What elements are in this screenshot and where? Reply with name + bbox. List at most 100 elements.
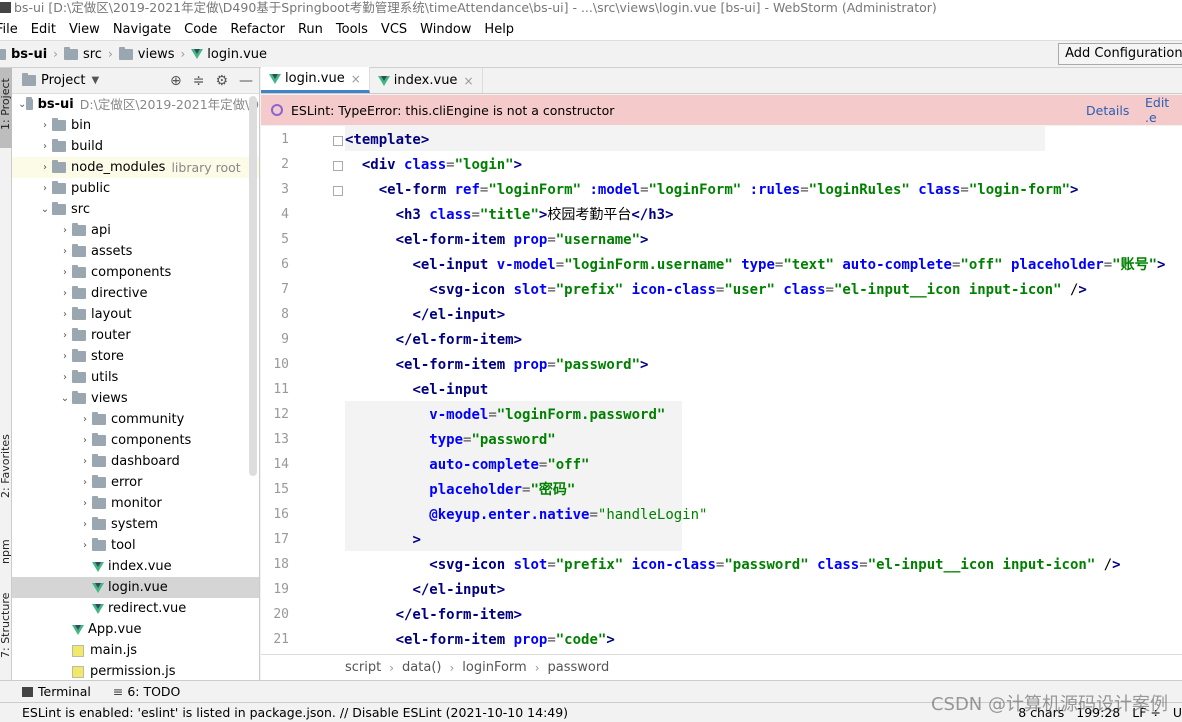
tab-index-vue[interactable]: index.vue × [370, 68, 483, 93]
chevron-right-icon[interactable]: › [58, 283, 72, 304]
code-line[interactable]: <template> [345, 128, 429, 153]
code-line[interactable]: v-model="loginForm.password" [345, 403, 665, 428]
code-line[interactable]: <el-form-item prop="password"> [345, 353, 649, 378]
chevron-right-icon[interactable]: › [58, 325, 72, 346]
tree-item-redirect-vue[interactable]: redirect.vue [12, 598, 259, 619]
chevron-right-icon[interactable]: › [38, 115, 52, 136]
minimize-icon[interactable]: — [239, 73, 253, 89]
tree-item-App-vue[interactable]: App.vue [12, 619, 259, 640]
tree-item-main-js[interactable]: main.js [12, 640, 259, 661]
locate-icon[interactable]: ⊕ [170, 73, 182, 89]
project-view-selector[interactable]: Project [41, 73, 85, 88]
code-line[interactable]: <el-form-item prop="code"> [345, 628, 615, 653]
breadcrumb-data[interactable]: data() [402, 660, 441, 675]
breadcrumb-password[interactable]: password [548, 660, 610, 675]
chevron-down-icon[interactable]: ⌄ [38, 199, 52, 220]
tree-item-login-vue[interactable]: login.vue [12, 577, 259, 598]
code-line[interactable]: <div class="login"> [345, 153, 522, 178]
tree-item-public[interactable]: › public [12, 178, 259, 199]
tree-item-views[interactable]: ⌄ views [12, 388, 259, 409]
tree-item-index-vue[interactable]: index.vue [12, 556, 259, 577]
tree-item-monitor[interactable]: › monitor [12, 493, 259, 514]
tree-item-tool[interactable]: › tool [12, 535, 259, 556]
tree-item-node_modules[interactable]: › node_modules library root [12, 157, 259, 178]
menu-view[interactable]: View [63, 22, 107, 37]
chevron-right-icon[interactable]: › [78, 451, 92, 472]
code-line[interactable]: placeholder="密码" [345, 478, 575, 503]
chevron-right-icon[interactable]: › [78, 409, 92, 430]
status-message[interactable]: ESLint is enabled: 'eslint' is listed in… [22, 705, 568, 720]
code-line[interactable]: </el-form-item> [345, 328, 522, 353]
menu-vcs[interactable]: VCS [375, 22, 414, 37]
tree-item-router[interactable]: › router [12, 325, 259, 346]
todo-tool-button[interactable]: ≡ 6: TODO [113, 684, 181, 699]
collapse-icon[interactable]: ≑ [193, 73, 205, 89]
chevron-right-icon[interactable]: › [58, 220, 72, 241]
tree-item-store[interactable]: › store [12, 346, 259, 367]
code-line[interactable]: auto-complete="off" [345, 453, 589, 478]
chevron-right-icon[interactable]: › [78, 472, 92, 493]
tree-item-permission-js[interactable]: permission.js [12, 661, 259, 682]
fold-marker[interactable] [333, 186, 343, 196]
code-line[interactable]: </el-form-item> [345, 603, 522, 628]
code-line[interactable]: <svg-icon slot="prefix" icon-class="pass… [345, 553, 1120, 578]
eslint-edit-link[interactable]: Edit .e [1145, 95, 1182, 125]
tree-item-src[interactable]: ⌄ src [12, 199, 259, 220]
tree-item-error[interactable]: › error [12, 472, 259, 493]
file-encoding[interactable]: U [1173, 705, 1182, 720]
menu-code[interactable]: Code [178, 22, 224, 37]
terminal-tool-button[interactable]: Terminal [22, 684, 91, 699]
tree-item-api[interactable]: › api [12, 220, 259, 241]
chevron-right-icon[interactable]: › [78, 535, 92, 556]
menu-help[interactable]: Help [478, 22, 521, 37]
breadcrumb-script[interactable]: script [345, 660, 381, 675]
chevron-right-icon[interactable]: › [38, 136, 52, 157]
code-line[interactable]: <h3 class="title">校园考勤平台</h3> [345, 203, 674, 228]
tree-item-system[interactable]: › system [12, 514, 259, 535]
tab-login-vue[interactable]: login.vue × [261, 67, 370, 93]
tree-item-directive[interactable]: › directive [12, 283, 259, 304]
chevron-right-icon[interactable]: › [58, 346, 72, 367]
add-configuration-button[interactable]: Add Configuration... [1058, 43, 1182, 65]
fold-marker[interactable] [333, 136, 343, 146]
code-line[interactable]: <el-input v-model="loginForm.username" t… [345, 253, 1165, 278]
close-icon[interactable]: × [351, 72, 361, 86]
menu-run[interactable]: Run [292, 22, 330, 37]
chevron-right-icon[interactable]: › [78, 430, 92, 451]
code-line[interactable]: <el-form ref="loginForm" :model="loginFo… [345, 178, 1079, 203]
code-line[interactable]: <el-form-item prop="username"> [345, 228, 649, 253]
chevron-down-icon[interactable]: ⌄ [18, 94, 26, 115]
nav-crumb-login-vue[interactable]: login.vue [191, 47, 267, 62]
menu-file[interactable]: File [0, 22, 25, 37]
npm-tool-tab[interactable]: npm [0, 539, 12, 564]
code-line[interactable]: </el-input> [345, 303, 505, 328]
chevron-right-icon[interactable]: › [58, 241, 72, 262]
chevron-right-icon[interactable]: › [38, 157, 52, 178]
code-line[interactable]: </el-input> [345, 578, 505, 603]
code-line[interactable]: type="password" [345, 428, 555, 453]
code-editor[interactable]: 1 2 3 4 5 6 7 8 9 10 11 12 13 14 15 16 17 18 19 20 21 <templ… [261, 126, 1182, 654]
breadcrumb-loginform[interactable]: loginForm [462, 660, 526, 675]
close-icon[interactable]: × [463, 74, 473, 88]
chevron-right-icon[interactable]: › [58, 367, 72, 388]
tree-item-dashboard[interactable]: › dashboard [12, 451, 259, 472]
chevron-right-icon[interactable]: › [78, 514, 92, 535]
structure-tool-tab[interactable]: 7: Structure [0, 593, 12, 658]
code-line[interactable]: <el-input [345, 378, 488, 403]
tree-item-community[interactable]: › community [12, 409, 259, 430]
nav-crumb-src[interactable]: src [63, 46, 102, 62]
menu-edit[interactable]: Edit [25, 22, 63, 37]
tree-item-bin[interactable]: › bin [12, 115, 259, 136]
chevron-down-icon[interactable]: ▼ [91, 75, 99, 86]
fold-marker[interactable] [333, 161, 343, 171]
chevron-down-icon[interactable]: ⌄ [58, 388, 72, 409]
code-line[interactable]: <svg-icon slot="prefix" icon-class="user… [345, 278, 1087, 303]
code-line[interactable]: @keyup.enter.native="handleLogin" [345, 503, 707, 528]
tree-item-assets[interactable]: › assets [12, 241, 259, 262]
favorites-tool-tab[interactable]: 2: Favorites [0, 434, 12, 498]
chevron-right-icon[interactable]: › [38, 178, 52, 199]
tree-item-utils[interactable]: › utils [12, 367, 259, 388]
tree-item-components[interactable]: › components [12, 430, 259, 451]
chevron-right-icon[interactable]: › [58, 304, 72, 325]
menu-refactor[interactable]: Refactor [224, 22, 292, 37]
